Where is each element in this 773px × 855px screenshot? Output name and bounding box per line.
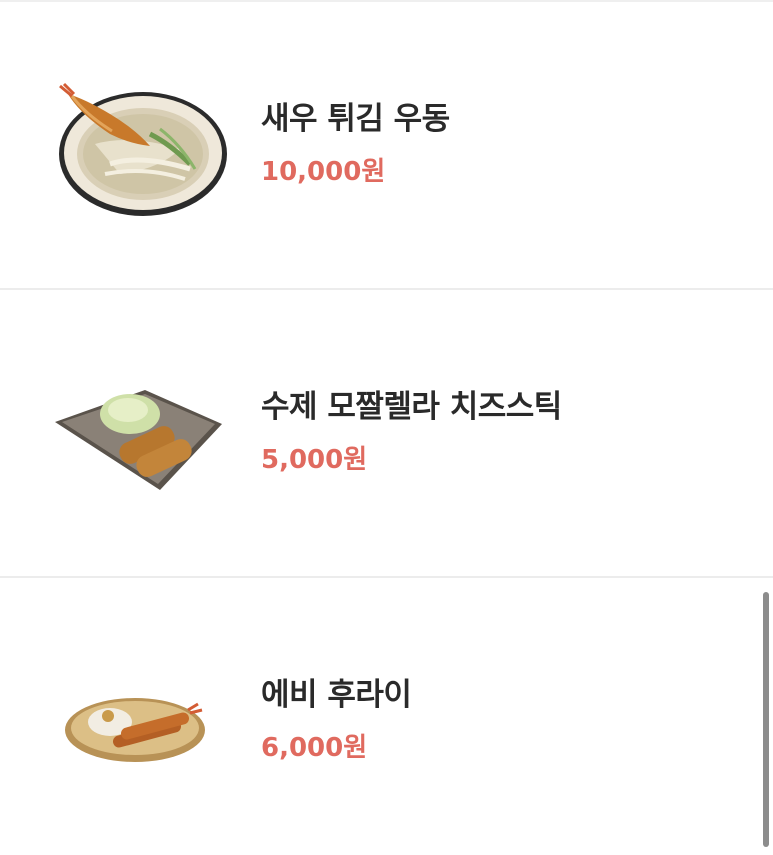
menu-item-shrimp-tempura-udon[interactable]: 새우 튀김 우동 10,000원 [0,2,773,290]
scrollbar[interactable] [763,592,769,847]
menu-item-name: 수제 모짤렐라 치즈스틱 [261,389,562,425]
menu-item-name: 새우 튀김 우동 [261,101,450,137]
menu-item-price: 5,000원 [261,445,368,475]
menu-list: 새우 튀김 우동 10,000원 수제 모짤렐라 치즈스틱 5,000원 에비 … [0,0,773,855]
menu-item-ebi-fry[interactable]: 에비 후라이 6,000원 [0,578,773,855]
shrimp-tempura-udon-image [59,82,227,216]
menu-item-price: 10,000원 [261,157,386,187]
mozzarella-cheese-stick-image [55,390,222,490]
menu-item-mozzarella-cheese-stick[interactable]: 수제 모짤렐라 치즈스틱 5,000원 [0,290,773,578]
menu-item-price: 6,000원 [261,733,368,763]
menu-item-name: 에비 후라이 [261,677,412,713]
ebi-fry-image [65,698,205,762]
